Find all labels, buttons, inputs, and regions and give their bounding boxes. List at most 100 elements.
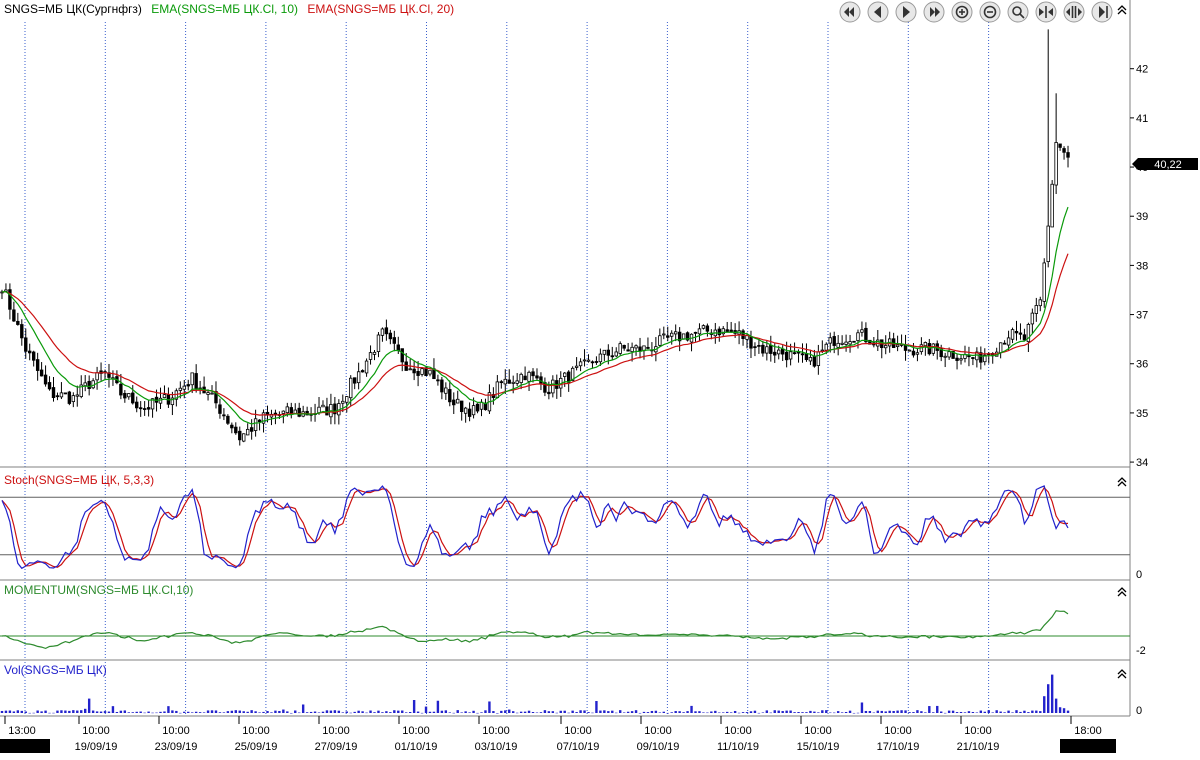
volume-bar [234, 710, 237, 713]
candle-body [1042, 262, 1046, 302]
candle-body [35, 359, 40, 371]
candle-body [352, 377, 357, 384]
volume-bar [313, 711, 317, 713]
volume-bar [80, 710, 83, 713]
volume-bar [428, 711, 432, 713]
volume-bar [702, 712, 705, 713]
candle-body [234, 426, 238, 434]
candle-body [146, 407, 151, 410]
volume-bar [579, 710, 582, 713]
volume-bar [833, 712, 836, 714]
volume-bar [464, 711, 467, 713]
volume-bar [408, 711, 412, 713]
volume-bar [183, 711, 186, 713]
scroll-end-button[interactable] [923, 1, 945, 23]
volume-bar [111, 706, 115, 713]
candle-body [1050, 183, 1054, 228]
volume-bar [202, 712, 206, 713]
volume-bar [163, 711, 166, 713]
candle-body [384, 327, 389, 335]
x-date-label: 17/10/19 [877, 741, 920, 753]
candle-body [828, 337, 832, 344]
volume-bar [365, 712, 368, 714]
scroll-begin-button[interactable] [839, 1, 861, 23]
chart-area[interactable]: 3435363738394041420-20 13:0017/09/1910:0… [0, 0, 1200, 760]
candle-body [190, 372, 194, 386]
volume-bar [773, 710, 776, 713]
ema20-legend: EMA(SNGS=МБ ЦК.Cl, 20) [307, 2, 454, 16]
volume-bar [1011, 712, 1014, 713]
volume-bar [187, 711, 190, 713]
volume-bar [246, 711, 249, 713]
candle-body [622, 344, 626, 349]
volume-bar [127, 712, 130, 713]
volume-bar [710, 711, 713, 713]
volume-bar [622, 712, 626, 713]
candle-body [285, 406, 290, 413]
volume-bar [266, 711, 269, 713]
volume-bar [603, 710, 606, 713]
candle-body [63, 392, 68, 395]
volume-bar [369, 710, 372, 713]
volume-bar [900, 710, 903, 713]
candle-body [317, 406, 321, 414]
candle-body [380, 328, 385, 336]
candle-body [606, 349, 611, 356]
volume-bar [436, 700, 440, 713]
x-date-label: 23/09/19 [155, 741, 198, 753]
volume-bar [349, 712, 352, 714]
volume-bar [527, 710, 531, 713]
volume-bar [769, 712, 772, 714]
volume-bar [634, 710, 638, 713]
candle-body [218, 404, 222, 414]
volume-bar [714, 710, 717, 713]
volume-bar [222, 712, 226, 713]
volume-bar [848, 710, 852, 713]
volume-bar [290, 712, 293, 714]
zoom-in-button[interactable] [951, 1, 973, 23]
go-last-button[interactable] [1091, 1, 1113, 23]
volume-bar [658, 712, 662, 713]
candle-body [51, 387, 56, 399]
candle-body [364, 360, 369, 374]
candle-body [31, 351, 36, 361]
volume-bar [654, 710, 658, 713]
scroll-left-button[interactable] [867, 1, 889, 23]
chart-background [0, 0, 1200, 760]
expand-button[interactable] [1063, 1, 1085, 23]
volume-bar [797, 712, 800, 713]
candle-body [444, 387, 448, 394]
volume-bar [440, 710, 444, 713]
compress-button[interactable] [1035, 1, 1057, 23]
candle-body [1010, 329, 1015, 340]
volume-bar [805, 712, 808, 713]
volume-bar [1050, 674, 1054, 713]
candle-body [539, 376, 543, 384]
volume-bar [254, 711, 257, 713]
price-tick-label: 41 [1136, 113, 1148, 125]
candle-body [321, 404, 325, 408]
candle-body [697, 328, 702, 335]
zoom-fit-button[interactable] [1007, 1, 1029, 23]
candle-body [895, 344, 900, 348]
volume-bar [515, 712, 519, 714]
candle-body [1034, 305, 1039, 314]
candle-body [884, 345, 888, 349]
instrument-label: SNGS=МБ ЦК(Сургнфгз) [4, 2, 142, 16]
volume-bar [337, 710, 341, 713]
candle-body [392, 337, 397, 344]
momentum-tick-label: -2 [1136, 645, 1146, 657]
volume-bar [785, 710, 788, 713]
candle-body [55, 395, 60, 398]
zoom-out-button[interactable] [979, 1, 1001, 23]
volume-bar [1003, 712, 1006, 713]
volume-bar [959, 711, 963, 713]
candle-body [456, 398, 460, 404]
x-date-label: 21/10/19 [957, 741, 1000, 753]
volume-bar [420, 712, 424, 714]
scroll-right-button[interactable] [895, 1, 917, 23]
candle-body [503, 378, 507, 385]
volume-bar [563, 710, 566, 713]
x-time-label: 10:00 [724, 725, 752, 737]
volume-bar [1039, 711, 1042, 713]
